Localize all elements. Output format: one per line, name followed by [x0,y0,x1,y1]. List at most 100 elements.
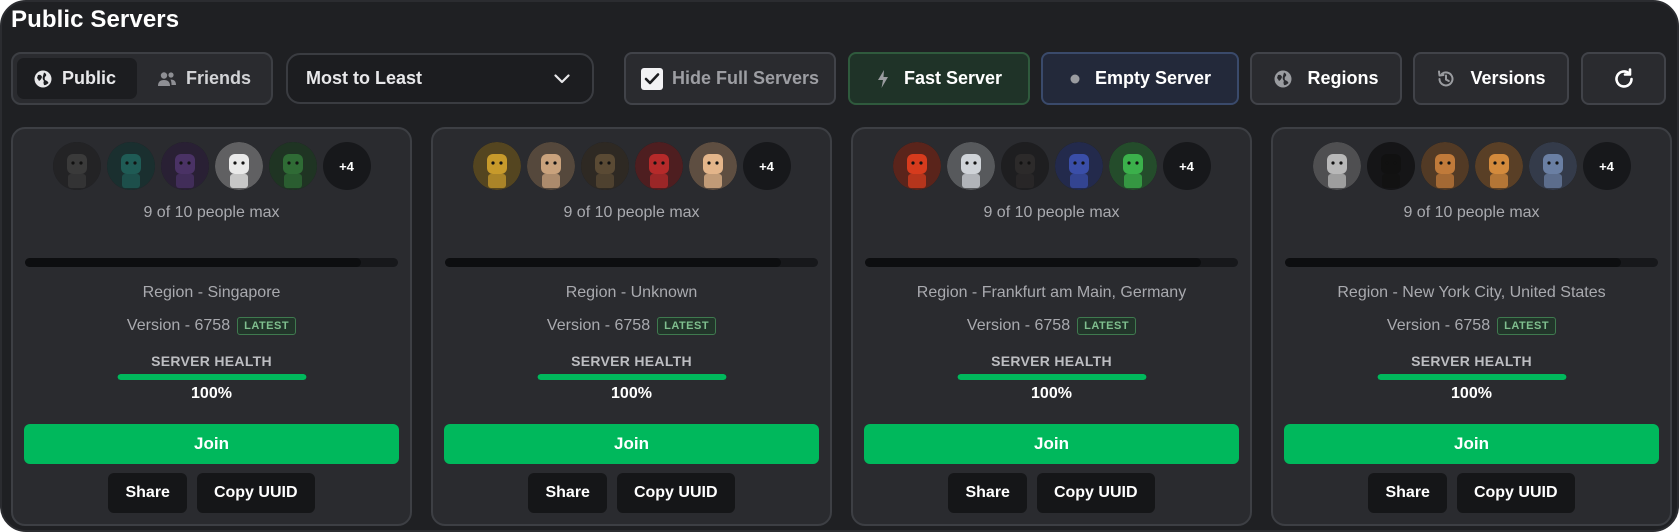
player-avatar[interactable] [946,142,995,190]
join-button[interactable]: Join [444,424,819,464]
server-health-bar-fill [957,374,1146,380]
server-card: +4 9 of 10 people max Region - Singapore… [11,127,412,526]
player-count: 9 of 10 people max [143,204,280,221]
globe-icon [1274,70,1292,87]
checkbox-checked-icon[interactable] [640,67,663,90]
latest-badge: LATEST [657,317,717,335]
server-type-toggle: Public Friends [11,52,273,105]
page-title: Public Servers [11,6,180,33]
player-avatar[interactable] [1474,142,1523,190]
player-count: 9 of 10 people max [563,204,700,221]
dot-icon [1070,74,1080,83]
card-actions: Share Copy UUID [1273,473,1670,513]
versions-label: Versions [1470,68,1546,88]
server-version-row: Version - 6758 LATEST [433,317,830,335]
server-version: Version - 6758 [126,317,231,334]
card-actions: Share Copy UUID [13,473,410,513]
player-avatar[interactable] [106,142,155,190]
server-region: Region - Frankfurt am Main, Germany [916,284,1187,301]
join-button[interactable]: Join [864,424,1239,464]
player-avatar[interactable] [892,142,941,190]
copy-uuid-button[interactable]: Copy UUID [1036,473,1155,513]
server-version: Version - 6758 [966,317,1071,334]
tab-friends[interactable]: Friends [141,58,267,99]
fast-server-button[interactable]: Fast Server [848,52,1030,105]
share-button[interactable]: Share [948,473,1027,513]
join-button[interactable]: Join [1284,424,1659,464]
player-avatar[interactable] [1312,142,1361,190]
public-servers-panel: Public Servers Public Friends Most to Le… [0,0,1679,532]
capacity-bar-fill [445,258,781,267]
server-version: Version - 6758 [546,317,651,334]
player-avatar[interactable] [214,142,263,190]
empty-server-button[interactable]: Empty Server [1041,52,1239,105]
globe-icon [34,70,52,87]
player-avatar[interactable] [580,142,629,190]
fast-server-label: Fast Server [903,68,1003,88]
versions-button[interactable]: Versions [1413,52,1569,105]
player-avatar[interactable] [1000,142,1049,190]
server-health-label: SERVER HEALTH [571,353,692,369]
refresh-button[interactable] [1581,52,1666,105]
server-region: Region - Unknown [565,284,698,301]
player-avatar[interactable] [268,142,317,190]
server-health-bar [537,374,726,380]
player-avatars: +4 [853,142,1250,194]
hide-full-servers-toggle[interactable]: Hide Full Servers [624,52,836,105]
server-health-value: 100% [191,385,232,402]
player-avatar[interactable] [526,142,575,190]
more-players-badge[interactable]: +4 [1162,142,1211,190]
player-avatar[interactable] [52,142,101,190]
server-health-value: 100% [1031,385,1072,402]
share-button[interactable]: Share [108,473,187,513]
sort-select[interactable]: Most to Least [286,53,594,104]
empty-server-label: Empty Server [1094,68,1212,88]
player-avatars: +4 [433,142,830,194]
more-players-badge[interactable]: +4 [322,142,371,190]
card-actions: Share Copy UUID [853,473,1250,513]
player-avatar[interactable] [1528,142,1577,190]
lightning-icon [877,69,888,88]
capacity-bar-fill [865,258,1201,267]
player-avatar[interactable] [688,142,737,190]
player-avatars: +4 [1273,142,1670,194]
regions-button[interactable]: Regions [1250,52,1402,105]
share-button[interactable]: Share [1368,473,1447,513]
more-players-badge[interactable]: +4 [742,142,791,190]
copy-uuid-button[interactable]: Copy UUID [616,473,735,513]
join-button[interactable]: Join [24,424,399,464]
tab-friends-label: Friends [185,68,251,88]
player-avatar[interactable] [1420,142,1469,190]
history-icon [1438,70,1454,86]
capacity-bar [865,258,1238,267]
capacity-bar [445,258,818,267]
server-version-row: Version - 6758 LATEST [13,317,410,335]
tab-public[interactable]: Public [17,58,137,99]
player-avatars: +4 [13,142,410,194]
more-players-badge[interactable]: +4 [1582,142,1631,190]
friends-icon [157,71,176,86]
player-avatar[interactable] [1108,142,1157,190]
server-health-value: 100% [611,385,652,402]
server-health-value: 100% [1451,385,1492,402]
share-button[interactable]: Share [528,473,607,513]
player-avatar[interactable] [634,142,683,190]
hide-full-servers-label: Hide Full Servers [671,68,820,88]
regions-label: Regions [1307,68,1379,88]
server-health-label: SERVER HEALTH [1411,353,1532,369]
capacity-bar [1285,258,1658,267]
player-avatar[interactable] [472,142,521,190]
capacity-bar-fill [25,258,361,267]
server-card: +4 9 of 10 people max Region - Frankfurt… [851,127,1252,526]
player-avatar[interactable] [160,142,209,190]
tab-public-label: Public [62,68,117,88]
player-avatar[interactable] [1054,142,1103,190]
refresh-icon [1614,67,1633,88]
player-avatar[interactable] [1366,142,1415,190]
server-health-bar [117,374,306,380]
copy-uuid-button[interactable]: Copy UUID [196,473,315,513]
player-count: 9 of 10 people max [1403,204,1540,221]
sort-select-value: Most to Least [306,68,423,88]
copy-uuid-button[interactable]: Copy UUID [1456,473,1575,513]
server-version-row: Version - 6758 LATEST [853,317,1250,335]
